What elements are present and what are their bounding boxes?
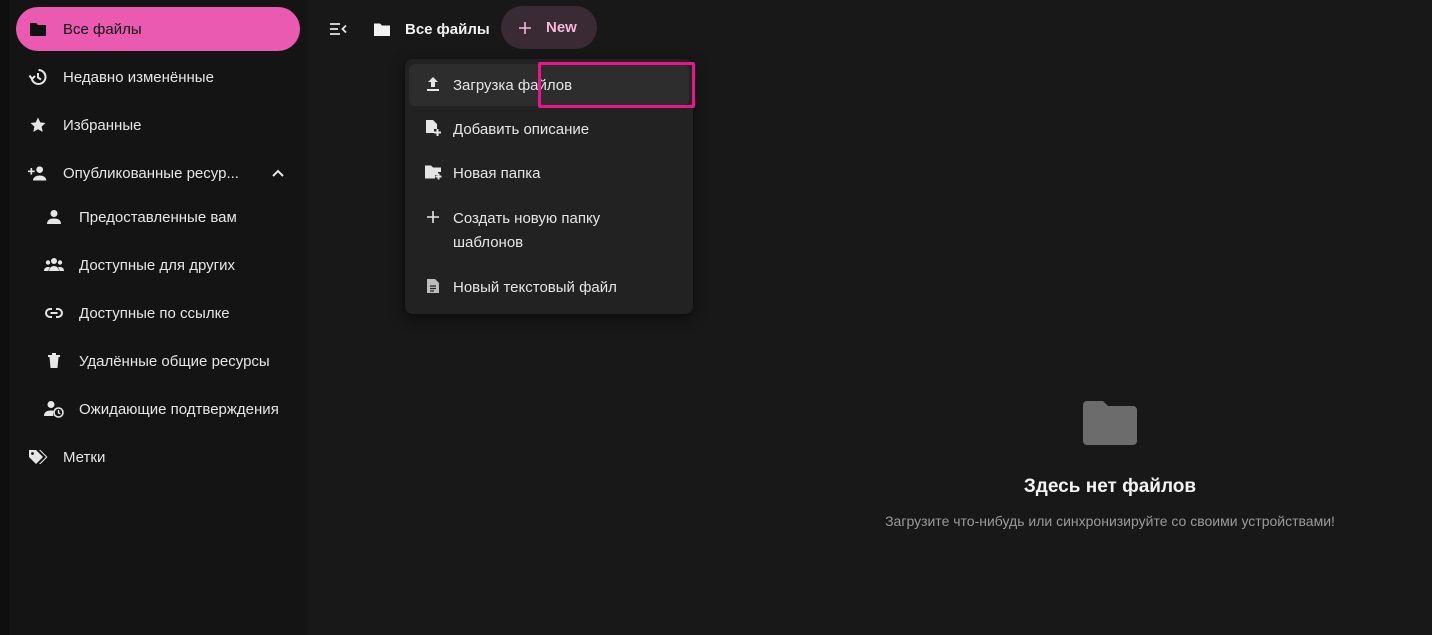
sidebar: Все файлы Недавно изменённые Избранные О…	[9, 0, 307, 635]
sidebar-item-label: Удалённые общие ресурсы	[79, 352, 270, 370]
file-plus-icon	[423, 118, 443, 138]
sidebar-item-shared-with-you[interactable]: Предоставленные вам	[16, 195, 300, 239]
person-icon	[44, 207, 64, 227]
sidebar-item-label: Ожидающие подтверждения	[79, 400, 279, 418]
sidebar-item-label: Предоставленные вам	[79, 208, 237, 226]
history-icon	[28, 67, 48, 87]
plus-icon	[423, 207, 443, 227]
menu-item-label: Создать новую папку шаблонов	[453, 210, 601, 251]
toggle-navigation-button[interactable]	[327, 18, 349, 40]
sidebar-item-recent[interactable]: Недавно изменённые	[16, 55, 300, 99]
menu-item-new-folder[interactable]: Новая папка	[409, 152, 689, 196]
menu-collapse-icon	[329, 22, 347, 36]
link-icon	[44, 303, 64, 323]
chevron-up-icon[interactable]	[268, 163, 288, 183]
sidebar-item-label: Доступные по ссылке	[79, 304, 230, 322]
sidebar-item-all-files[interactable]: Все файлы	[16, 7, 300, 51]
sidebar-item-deleted-shares[interactable]: Удалённые общие ресурсы	[16, 339, 300, 383]
new-menu: Загрузка файлов Добавить описание Новая …	[405, 59, 695, 314]
sidebar-item-shares[interactable]: Опубликованные ресур...	[16, 151, 300, 195]
sidebar-item-label: Опубликованные ресур...	[63, 164, 239, 182]
menu-item-new-text-file[interactable]: Новый текстовый файл	[409, 266, 689, 310]
folder-plus-icon	[423, 162, 443, 182]
main-content: Все файлы New Загрузка файлов Добавить о…	[307, 0, 1432, 635]
menu-item-label: Добавить описание	[453, 121, 590, 138]
group-icon	[44, 255, 64, 275]
menu-item-label: Новая папка	[453, 165, 541, 182]
new-button-label: New	[546, 19, 577, 36]
sidebar-item-label: Доступные для других	[79, 256, 235, 274]
empty-state-title: Здесь нет файлов	[1023, 476, 1197, 497]
menu-item-new-template-folder[interactable]: Создать новую папку шаблонов	[409, 196, 689, 264]
folder-icon	[373, 22, 391, 37]
upload-icon	[423, 74, 443, 94]
empty-folder-icon	[1083, 400, 1137, 446]
person-clock-icon	[44, 399, 64, 419]
plus-icon	[518, 21, 532, 35]
text-file-icon	[423, 276, 443, 296]
person-add-icon	[28, 163, 48, 183]
sidebar-item-label: Избранные	[63, 116, 142, 134]
sidebar-item-label: Метки	[63, 448, 106, 466]
menu-item-upload-files[interactable]: Загрузка файлов	[409, 64, 689, 106]
sidebar-item-pending-shares[interactable]: Ожидающие подтверждения	[16, 387, 300, 431]
tag-icon	[28, 447, 48, 467]
sidebar-item-shared-with-others[interactable]: Доступные для других	[16, 243, 300, 287]
breadcrumb-label: Все файлы	[405, 20, 490, 38]
sidebar-item-shared-by-link[interactable]: Доступные по ссылке	[16, 291, 300, 335]
sidebar-item-favorites[interactable]: Избранные	[16, 103, 300, 147]
sidebar-item-tags[interactable]: Метки	[16, 435, 300, 479]
star-icon	[28, 115, 48, 135]
menu-item-add-description[interactable]: Добавить описание	[409, 108, 689, 152]
menu-item-label: Загрузка файлов	[453, 77, 573, 94]
sidebar-item-label: Все файлы	[63, 20, 142, 38]
sidebar-item-label: Недавно изменённые	[63, 68, 214, 86]
empty-state-subtitle: Загрузите что-нибудь или синхронизируйте…	[885, 513, 1335, 529]
folder-icon	[28, 19, 48, 39]
menu-item-label: Новый текстовый файл	[453, 279, 617, 296]
new-button[interactable]: New	[501, 6, 597, 49]
trash-icon	[44, 351, 64, 371]
breadcrumb[interactable]: Все файлы	[373, 14, 490, 44]
